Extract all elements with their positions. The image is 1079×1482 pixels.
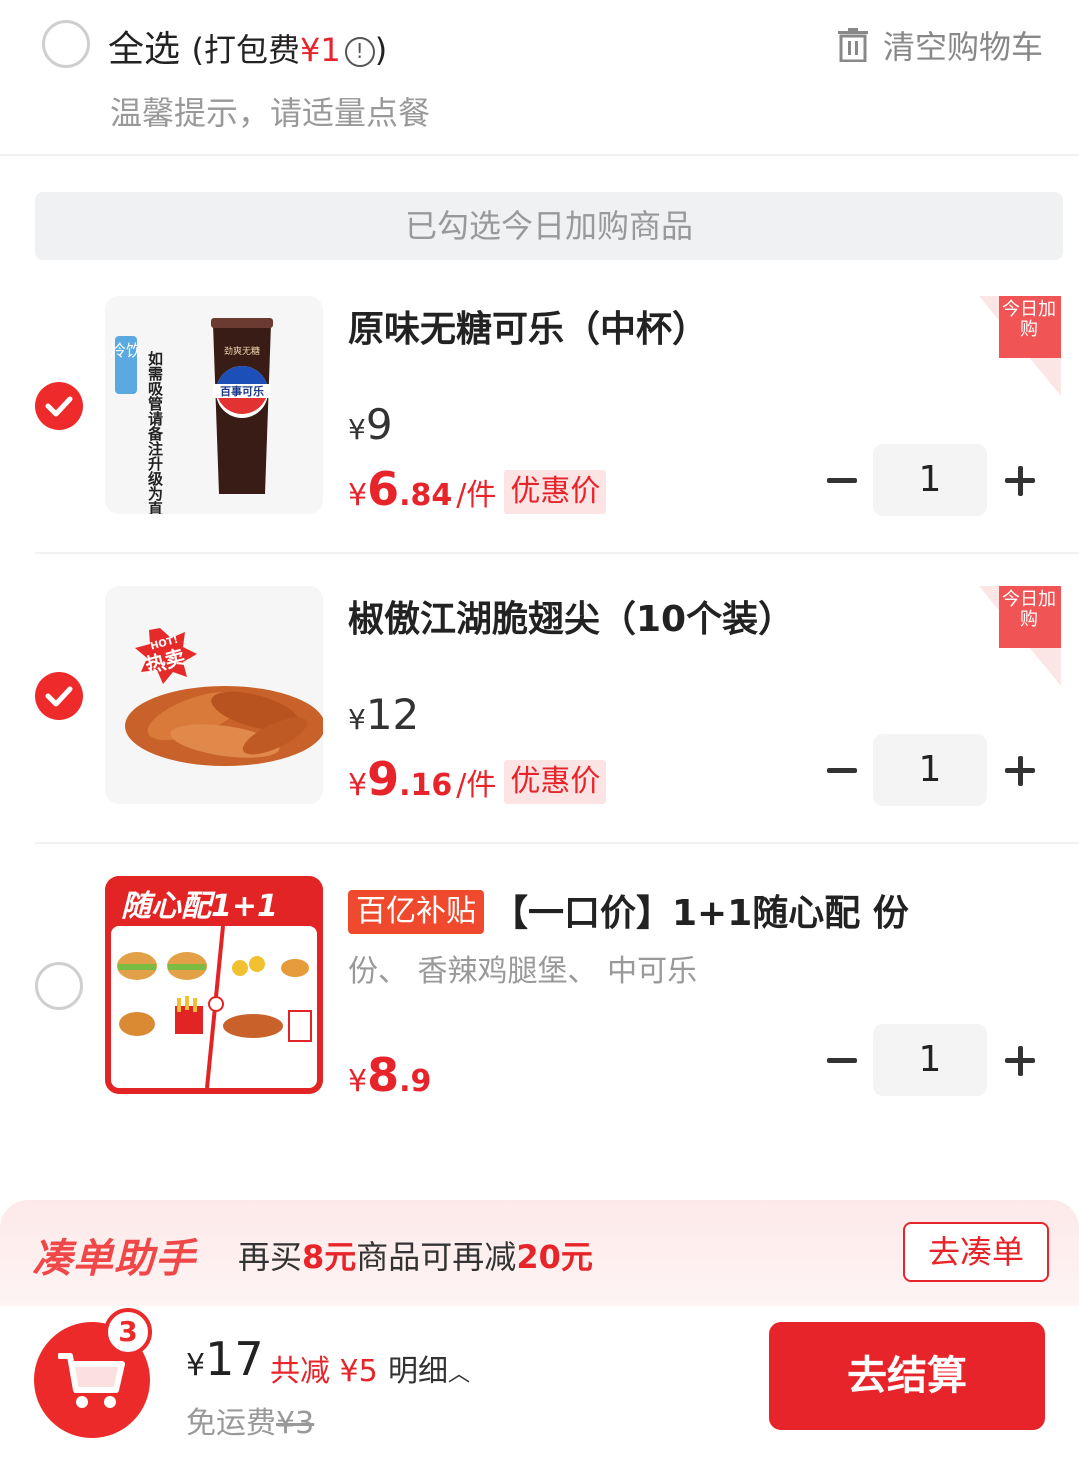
assistant-message: 再买8元商品可再减20元 [238, 1238, 593, 1276]
shipping-fee: 免运费¥3 [186, 1406, 315, 1441]
cola-brand-text: 百事可乐 [220, 384, 264, 398]
combo-banner: 随心配1+1 [121, 889, 278, 924]
increase-button[interactable] [999, 444, 1043, 516]
straw-note: 如需吸管请备注升级为直饮杯盖 [146, 350, 164, 514]
clear-cart-button[interactable]: 清空购物车 [837, 22, 1043, 68]
packaging-fee-close: ) [374, 31, 388, 69]
checkout-bar: 3 ¥17 共减 ¥5 明细︿ 免运费¥3 去结算 [0, 1306, 1079, 1482]
increase-button[interactable] [999, 734, 1043, 806]
item-checkbox-checked[interactable] [35, 672, 83, 720]
order-assistant-bar: 凑单助手 再买8元商品可再减20元 去凑单 [0, 1200, 1079, 1306]
subsidy-tag: 百亿补贴 [348, 890, 484, 934]
item-title[interactable]: 原味无糖可乐（中杯） [348, 300, 708, 352]
quantity-value[interactable]: 1 [873, 734, 987, 806]
cart-header: 全选 (打包费¥1!) 温馨提示，请适量点餐 清空购物车 [0, 0, 1079, 156]
quantity-value[interactable]: 1 [873, 1024, 987, 1096]
select-all-text: 全选 [108, 29, 181, 70]
wings-image: HOT! 热卖 [105, 586, 323, 804]
cola-cup-image: 冷饮 如需吸管请备注升级为直饮杯盖 百事可乐 劲爽无糖 [105, 296, 323, 514]
quantity-value[interactable]: 1 [873, 444, 987, 516]
today-addon-tag: 今日加购 [979, 296, 1061, 396]
item-checkbox[interactable] [35, 962, 83, 1010]
product-image-cola[interactable]: 冷饮 如需吸管请备注升级为直饮杯盖 百事可乐 劲爽无糖 [105, 296, 323, 514]
decrease-button[interactable] [823, 444, 867, 516]
original-price: ¥12 [348, 690, 420, 739]
cola-top-text: 劲爽无糖 [224, 345, 260, 357]
cart-item: HOT! 热卖 椒傲江湖脆翅尖（10个装） ¥12 ¥9.16/件 优惠价 今日加… [0, 586, 1079, 844]
cold-drink-label: 冷饮 [110, 341, 142, 360]
item-description: 份、 香辣鸡腿堡、 中可乐 [348, 954, 698, 989]
quantity-stepper: 1 [823, 444, 1043, 516]
select-all-label[interactable]: 全选 (打包费¥1!) [108, 20, 387, 72]
selected-today-banner: 已勾选今日加购商品 [35, 192, 1063, 260]
item-price: ¥8.9 [348, 1048, 432, 1102]
quantity-stepper: 1 [823, 734, 1043, 806]
deal-tag: 优惠价 [504, 760, 607, 804]
packaging-fee-label: (打包费 [191, 31, 300, 69]
divider [35, 552, 1079, 554]
packaging-fee-value: ¥1 [299, 31, 341, 69]
total-price: ¥17 [186, 1332, 264, 1386]
total-saving: 共减 ¥5 [270, 1354, 378, 1389]
cart-icon [58, 1353, 125, 1408]
increase-button[interactable] [999, 1024, 1043, 1096]
original-price: ¥9 [348, 400, 393, 449]
clear-cart-label: 清空购物车 [882, 28, 1043, 66]
cart-item: 冷饮 如需吸管请备注升级为直饮杯盖 百事可乐 劲爽无糖 原味无糖可乐（中杯） ¥… [0, 296, 1079, 554]
checkout-button[interactable]: 去结算 [769, 1322, 1045, 1430]
checkmark-icon [45, 686, 73, 707]
decrease-button[interactable] [823, 734, 867, 806]
chevron-up-icon: ︿ [448, 1362, 471, 1387]
decrease-button[interactable] [823, 1024, 867, 1096]
info-icon[interactable]: ! [344, 37, 375, 67]
item-checkbox-checked[interactable] [35, 382, 83, 430]
checkmark-icon [45, 396, 73, 417]
divider [35, 842, 1079, 844]
cart-item: 随心配1+1 百亿补贴 【一口价】1+1随心配 份 份、 香辣鸡腿堡、 中可乐 ¥… [0, 876, 1079, 1136]
item-title[interactable]: 百亿补贴 【一口价】1+1随心配 份 [348, 884, 909, 936]
deal-price: ¥6.84/件 优惠价 [348, 462, 607, 516]
select-all-checkbox[interactable] [42, 20, 90, 68]
today-addon-tag: 今日加购 [979, 586, 1061, 686]
quantity-stepper: 1 [823, 1024, 1043, 1096]
order-tip: 温馨提示，请适量点餐 [110, 94, 431, 132]
item-title[interactable]: 椒傲江湖脆翅尖（10个装） [348, 590, 794, 642]
add-more-button[interactable]: 去凑单 [903, 1222, 1049, 1282]
product-image-wings[interactable]: HOT! 热卖 [105, 586, 323, 804]
price-detail-button[interactable]: 明细︿ [388, 1346, 470, 1390]
combo-image: 随心配1+1 [105, 876, 323, 1094]
cart-count-badge: 3 [104, 1308, 152, 1356]
deal-tag: 优惠价 [504, 470, 607, 514]
deal-price: ¥9.16/件 优惠价 [348, 752, 607, 806]
trash-icon [837, 28, 868, 62]
assistant-brand: 凑单助手 [32, 1236, 196, 1282]
product-image-combo[interactable]: 随心配1+1 [105, 876, 323, 1094]
